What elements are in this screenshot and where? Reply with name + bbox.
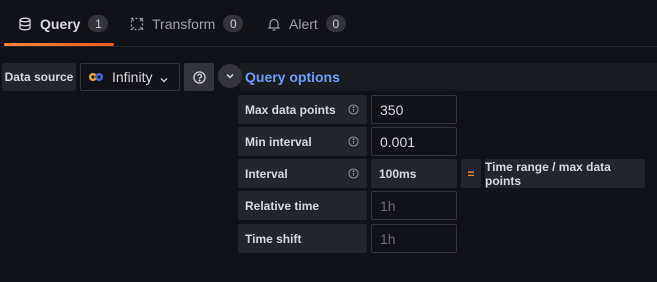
active-tab-indicator (4, 43, 114, 46)
chevron-down-icon (226, 73, 234, 79)
tab-query-label: Query (40, 15, 81, 32)
relative-time-label-text: Relative time (245, 198, 320, 213)
info-icon[interactable] (348, 104, 359, 115)
max-data-points-label: Max data points (238, 95, 367, 124)
chevron-down-icon (159, 72, 169, 83)
relative-time-input[interactable] (371, 191, 457, 220)
time-shift-input[interactable] (371, 224, 457, 253)
info-icon[interactable] (348, 136, 359, 147)
interval-label-text: Interval (245, 166, 288, 181)
datasource-picker[interactable]: Infinity (80, 63, 180, 91)
datasource-help-button[interactable] (184, 63, 214, 91)
query-options-title[interactable]: Query options (245, 63, 340, 91)
max-data-points-input[interactable] (371, 95, 457, 124)
transform-icon (130, 17, 144, 31)
interval-formula: Time range / max data points (485, 159, 645, 188)
relative-time-label: Relative time (238, 191, 367, 220)
interval-value: 100ms (371, 159, 457, 188)
bell-icon (267, 17, 281, 31)
tab-alert-count: 0 (325, 15, 346, 32)
datasource-label: Data source (2, 63, 76, 91)
query-options-toggle[interactable] (218, 64, 242, 88)
tab-alert[interactable]: Alert 0 (267, 0, 346, 47)
datasource-selected: Infinity (112, 69, 153, 85)
interval-label: Interval (238, 159, 367, 188)
time-shift-label: Time shift (238, 224, 367, 253)
min-interval-label-text: Min interval (245, 134, 312, 149)
editor-tab-bar: Query 1 Transform 0 Alert 0 (0, 0, 657, 47)
time-shift-label-text: Time shift (245, 231, 302, 246)
info-icon[interactable] (348, 168, 359, 179)
infinity-logo-icon (88, 72, 104, 82)
max-data-points-label-text: Max data points (245, 102, 336, 117)
tab-alert-label: Alert (289, 15, 318, 32)
question-circle-icon (192, 70, 206, 84)
database-icon (18, 17, 32, 31)
tab-transform-count: 0 (223, 15, 244, 32)
tab-transform-label: Transform (152, 15, 216, 32)
min-interval-label: Min interval (238, 127, 367, 156)
tab-query-count: 1 (88, 15, 109, 32)
tab-query[interactable]: Query 1 (18, 0, 109, 47)
tab-transform[interactable]: Transform 0 (130, 0, 244, 47)
interval-equals: = (461, 159, 481, 188)
min-interval-input[interactable] (371, 127, 457, 156)
